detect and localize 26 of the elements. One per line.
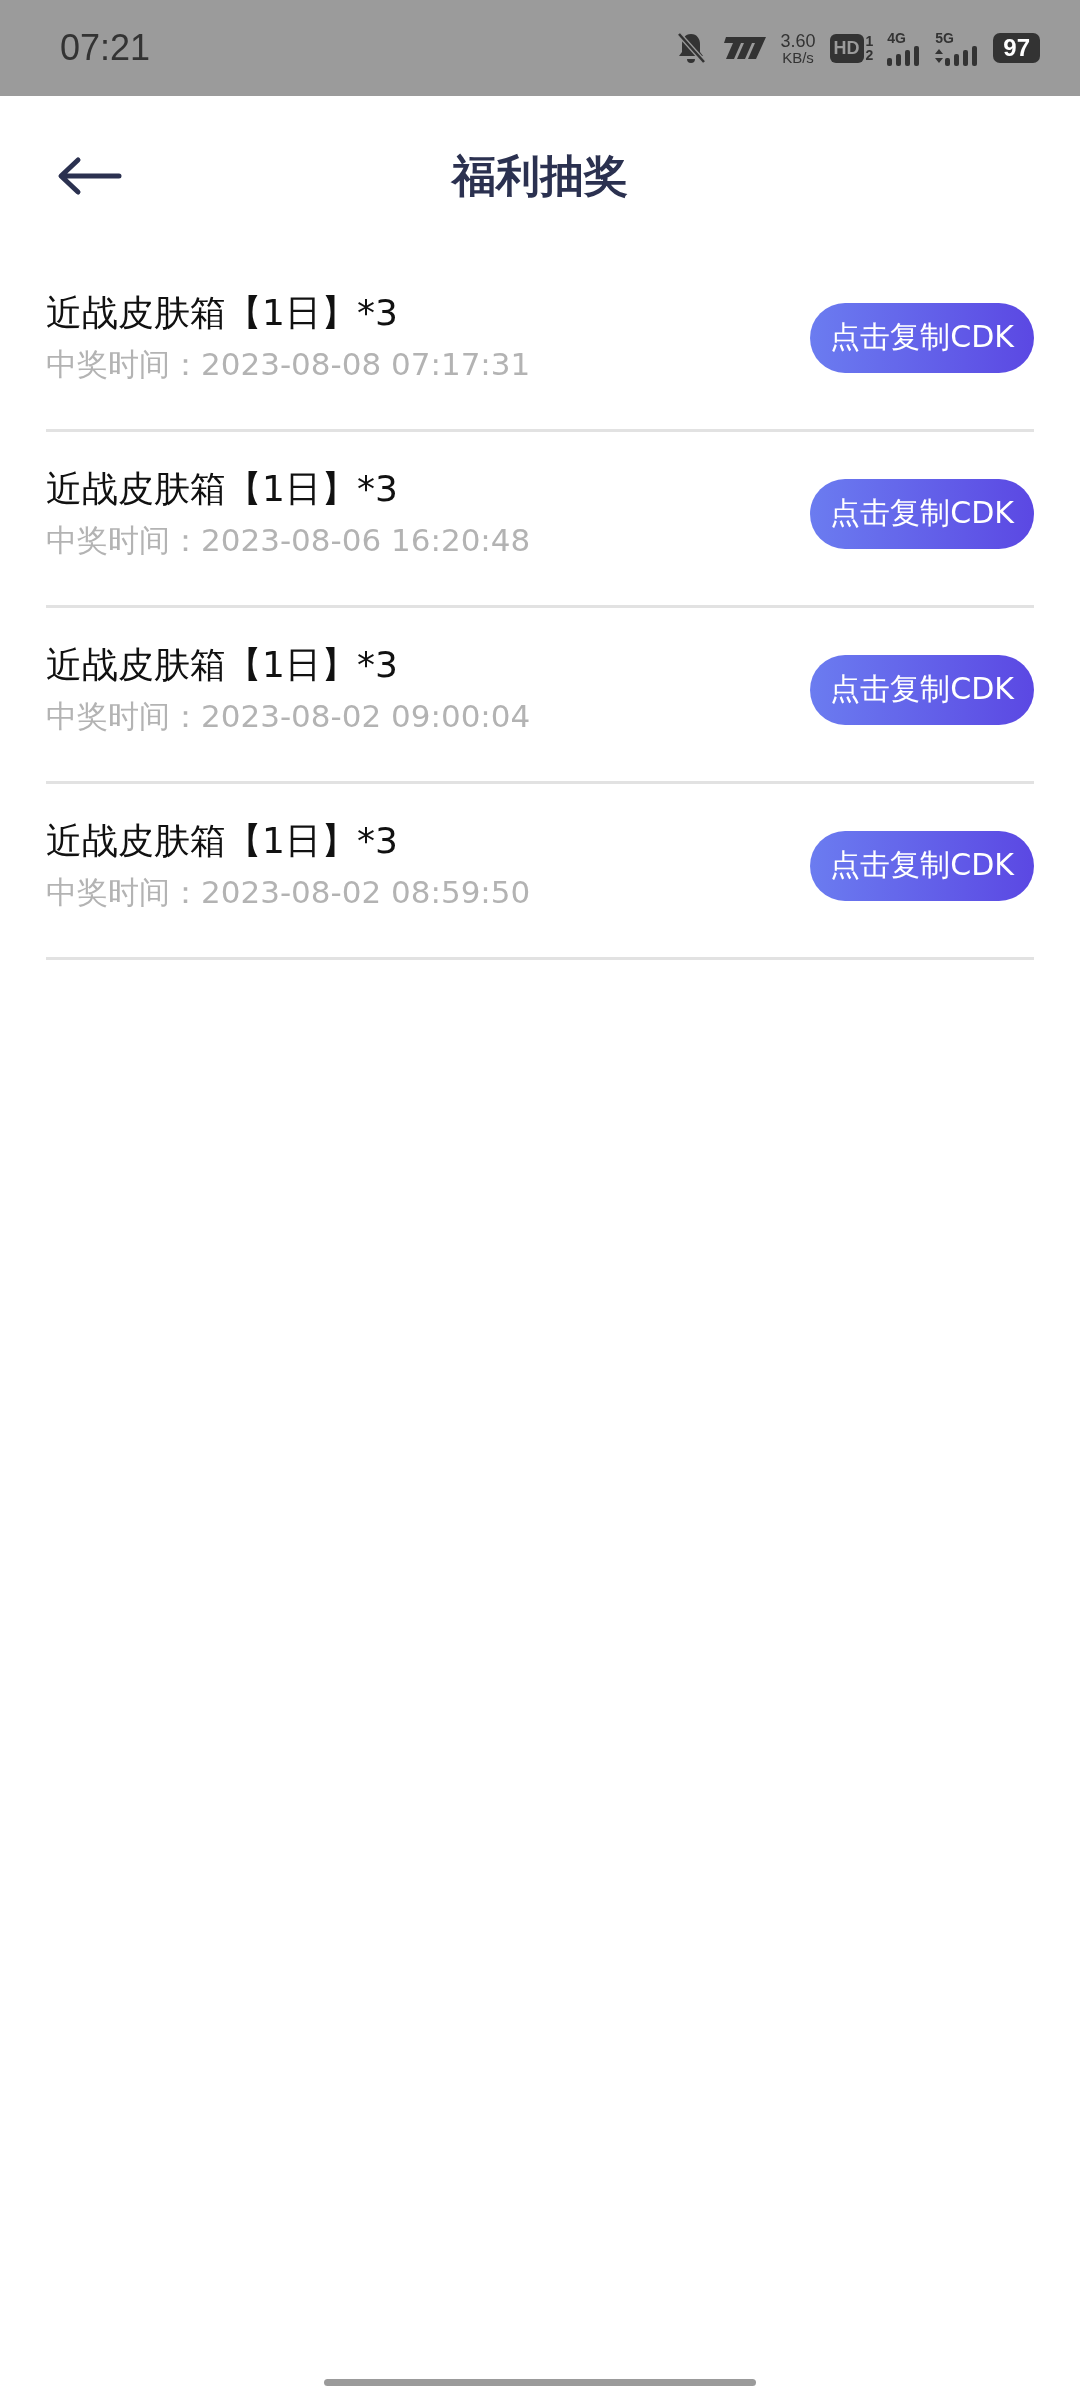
sim-label: 2	[865, 48, 874, 62]
copy-cdk-button[interactable]: 点击复制CDK	[810, 302, 1034, 373]
copy-cdk-button[interactable]: 点击复制CDK	[810, 830, 1034, 901]
bell-muted-icon	[676, 31, 707, 65]
network-label: 5G	[935, 30, 954, 45]
prize-name: 近战皮肤箱【1日】*3	[46, 643, 399, 687]
signal-icon	[935, 45, 980, 66]
win-time: 中奖时间：2023-08-02 08:59:50	[46, 873, 531, 912]
prize-name: 近战皮肤箱【1日】*3	[46, 291, 399, 335]
network-speed: 3.60	[780, 31, 816, 50]
page-title: 福利抽奖	[452, 148, 628, 203]
win-time: 中奖时间：2023-08-02 09:00:04	[46, 697, 531, 736]
sim-label: 1	[865, 34, 874, 48]
win-time: 中奖时间：2023-08-06 16:20:48	[46, 521, 531, 560]
copy-cdk-button[interactable]: 点击复制CDK	[810, 654, 1034, 725]
win-time: 中奖时间：2023-08-08 07:17:31	[46, 345, 531, 384]
prize-name: 近战皮肤箱【1日】*3	[46, 819, 399, 863]
battery-level: 97	[993, 33, 1040, 63]
back-arrow-icon[interactable]	[56, 156, 122, 196]
speed-unit: KB/s	[782, 49, 814, 65]
network-label: 4G	[887, 30, 906, 45]
signal-icon	[887, 45, 922, 66]
hd-badge: HD	[829, 33, 864, 63]
prize-name: 近战皮肤箱【1日】*3	[46, 467, 399, 511]
copy-cdk-button[interactable]: 点击复制CDK	[810, 478, 1034, 549]
clock: 07:21	[60, 27, 151, 69]
